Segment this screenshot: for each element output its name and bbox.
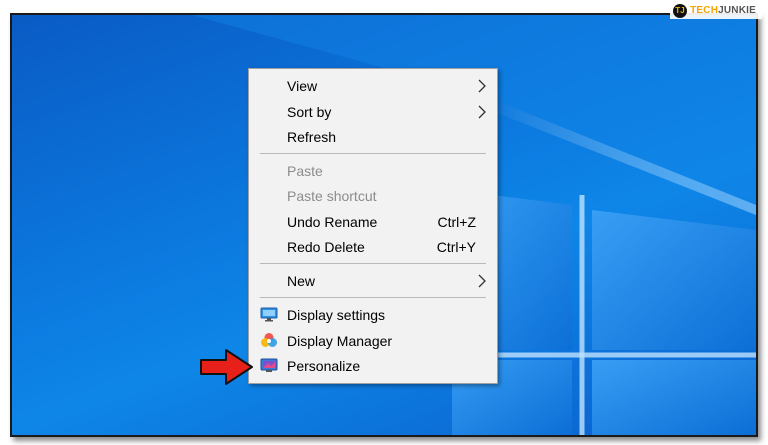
techjunkie-logo-icon: TJ	[673, 3, 688, 18]
menu-item-label: Display settings	[287, 307, 386, 323]
watermark-brand-part1: TECH	[690, 5, 719, 16]
menu-item-paste: Paste	[249, 158, 497, 183]
menu-item-label: Sort by	[287, 104, 332, 120]
menu-item-label: Paste	[287, 163, 323, 179]
chevron-right-icon	[478, 79, 486, 93]
menu-item-new[interactable]: New	[249, 268, 497, 293]
menu-item-label: Refresh	[287, 129, 337, 145]
menu-separator	[260, 297, 486, 298]
menu-item-view[interactable]: View	[249, 73, 497, 98]
menu-item-label: New	[287, 273, 316, 289]
display-settings-icon	[260, 307, 278, 322]
menu-item-label: View	[287, 78, 318, 94]
menu-item-label: Personalize	[287, 358, 361, 374]
watermark-brand-part2: JUNKIE	[718, 5, 756, 16]
annotation-arrow-icon	[200, 349, 253, 385]
chevron-right-icon	[478, 105, 486, 119]
menu-item-refresh[interactable]: Refresh	[249, 124, 497, 149]
menu-item-display-manager[interactable]: Display Manager	[249, 328, 497, 353]
menu-separator	[260, 263, 486, 264]
display-manager-icon	[261, 333, 277, 347]
menu-item-redo-delete[interactable]: Redo Delete Ctrl+Y	[249, 234, 497, 259]
personalize-icon	[260, 358, 278, 372]
menu-item-personalize[interactable]: Personalize	[249, 353, 497, 378]
techjunkie-watermark: TJ TECHJUNKIE	[670, 2, 762, 19]
menu-item-paste-shortcut: Paste shortcut	[249, 183, 497, 208]
menu-item-sort-by[interactable]: Sort by	[249, 99, 497, 124]
menu-item-label: Redo Delete	[287, 239, 365, 255]
menu-item-undo-rename[interactable]: Undo Rename Ctrl+Z	[249, 209, 497, 234]
chevron-right-icon	[478, 274, 486, 288]
menu-separator	[260, 153, 486, 154]
menu-item-label: Undo Rename	[287, 214, 378, 230]
menu-item-display-settings[interactable]: Display settings	[249, 302, 497, 327]
menu-item-shortcut: Ctrl+Y	[436, 239, 476, 255]
menu-item-label: Display Manager	[287, 333, 393, 349]
desktop-context-menu: View Sort by Refresh Paste Paste shortcu…	[248, 68, 498, 384]
menu-item-shortcut: Ctrl+Z	[437, 214, 477, 230]
menu-item-label: Paste shortcut	[287, 188, 377, 204]
